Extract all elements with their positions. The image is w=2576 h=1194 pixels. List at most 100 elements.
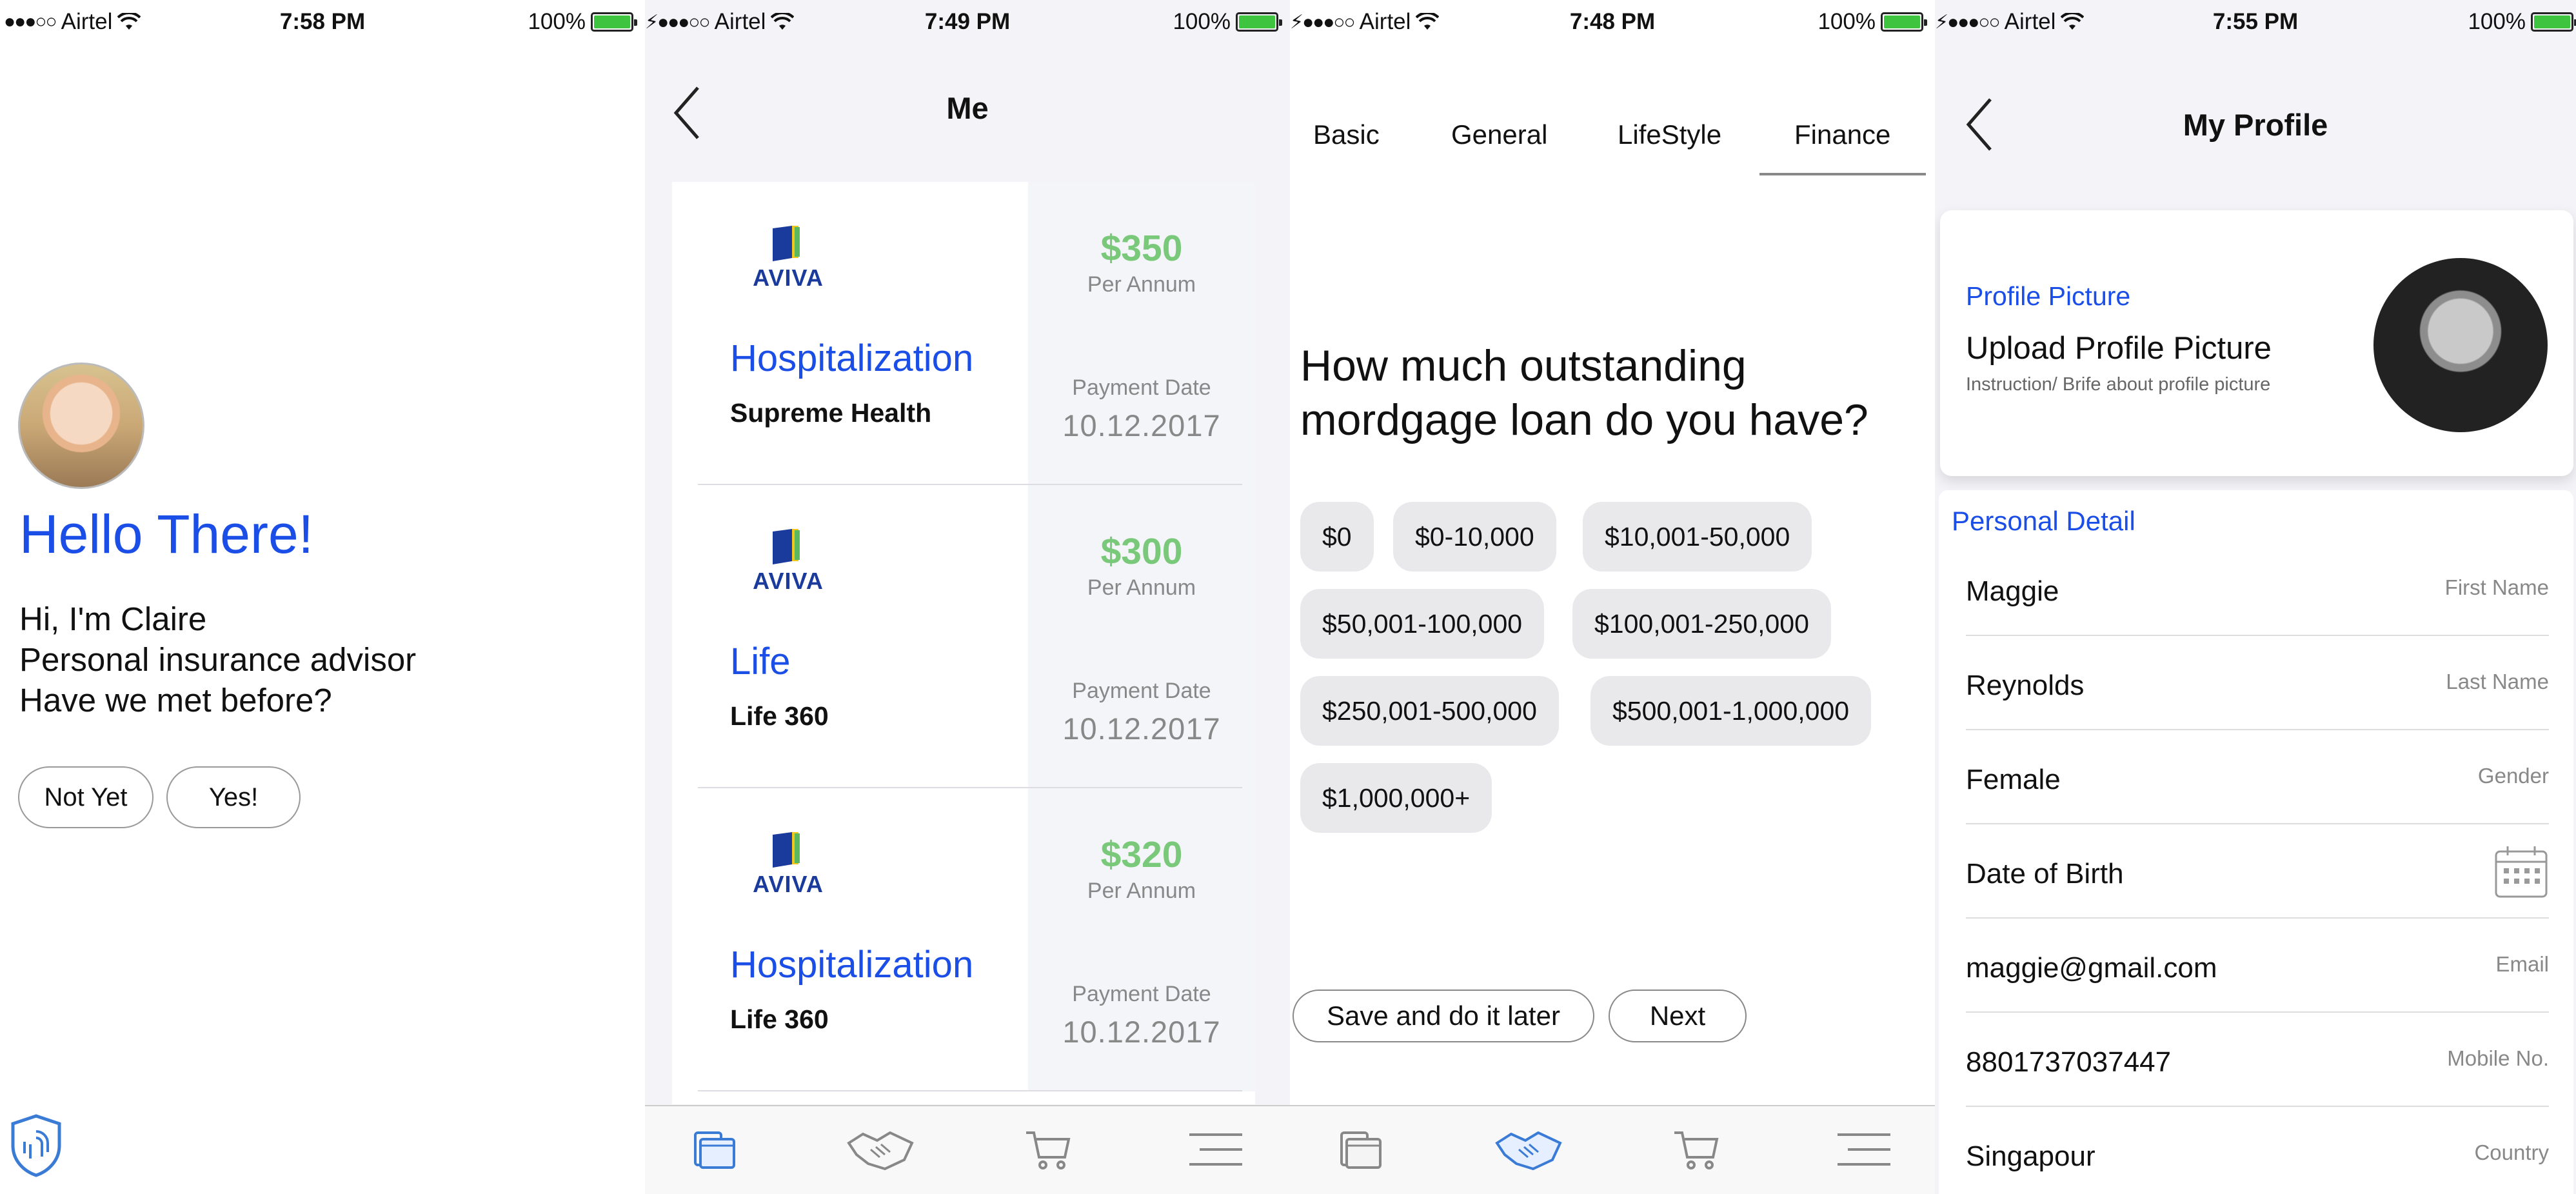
policy-amount: $350 — [1100, 228, 1183, 269]
policy-type: Life — [730, 641, 791, 682]
profile-picture-card[interactable]: Profile Picture Upload Profile Picture I… — [1940, 210, 2573, 476]
policy-name: Life 360 — [730, 701, 829, 731]
policy-amount: $300 — [1100, 531, 1183, 572]
calendar-icon[interactable] — [2493, 844, 2549, 899]
option-chip[interactable]: $0-10,000 — [1393, 502, 1556, 572]
policy-type: Hospitalization — [730, 337, 974, 379]
yes-button[interactable]: Yes! — [166, 766, 301, 828]
greeting-line-2: Personal insurance advisor — [19, 641, 417, 678]
handshake-icon — [847, 1131, 914, 1171]
advisor-avatar — [18, 363, 144, 489]
page-title: Me — [946, 91, 989, 125]
tab-finance[interactable]: Finance — [1794, 119, 1890, 150]
payment-date: 10.12.2017 — [1062, 711, 1221, 746]
policy-card[interactable]: AVIVA Life Life 360 $300 Per Annum Payme… — [672, 485, 1255, 788]
question-text: How much outstanding mordgage loan do yo… — [1300, 341, 1868, 444]
shield-logo-icon[interactable] — [9, 1113, 63, 1178]
payment-date: 10.12.2017 — [1062, 408, 1221, 443]
battery-icon — [1236, 12, 1282, 32]
menu-icon — [1189, 1133, 1242, 1166]
cart-icon — [1026, 1131, 1071, 1169]
policy-type: Hospitalization — [730, 944, 974, 986]
tab-menu[interactable] — [1177, 1114, 1254, 1185]
gender-field[interactable]: Female Gender — [1966, 730, 2549, 824]
policy-period: Per Annum — [1087, 879, 1196, 903]
battery-percent: 100% — [1818, 9, 1876, 34]
date-of-birth-field[interactable]: Date of Birth — [1966, 824, 2549, 919]
mobile-field[interactable]: 8801737037447 Mobile No. — [1966, 1013, 2549, 1107]
cart-icon — [1674, 1131, 1719, 1169]
status-bar: ⚡●●●○○ Airtel 7:48 PM 100% — [1290, 0, 1935, 44]
tab-bar — [1290, 1105, 1935, 1194]
tab-advisor[interactable] — [842, 1114, 919, 1185]
first-name-field[interactable]: Maggie First Name — [1966, 542, 2549, 636]
email-field[interactable]: maggie@gmail.com Email — [1966, 919, 2549, 1013]
not-yet-button[interactable]: Not Yet — [18, 766, 154, 828]
profile-picture-label: Profile Picture — [1966, 281, 2131, 311]
policy-list: AVIVA Hospitalization Supreme Health $35… — [672, 182, 1255, 1104]
option-chip[interactable]: $0 — [1300, 502, 1374, 572]
status-bar: ●●●○○ Airtel 7:58 PM 100% — [0, 0, 645, 44]
option-chip[interactable]: $1,000,000+ — [1300, 763, 1492, 833]
option-chip[interactable]: $500,001-1,000,000 — [1590, 676, 1872, 746]
divider — [698, 1090, 1242, 1091]
menu-icon — [1838, 1133, 1890, 1166]
upload-picture-title: Upload Profile Picture — [1966, 331, 2272, 366]
section-tabs: Basic General LifeStyle Finance — [1290, 97, 1935, 175]
section-title: Personal Detail — [1952, 506, 2135, 536]
last-name-field[interactable]: Reynolds Last Name — [1966, 636, 2549, 730]
policy-period: Per Annum — [1087, 575, 1196, 600]
country-field[interactable]: Singapour Country — [1966, 1107, 2549, 1194]
aviva-logo: AVIVA — [743, 226, 833, 291]
tab-bar — [645, 1105, 1290, 1194]
tab-cart[interactable] — [1658, 1114, 1735, 1185]
me-screen: ⚡●●●○○ Airtel 7:49 PM 100% Me AVIVA Hosp… — [645, 0, 1290, 1194]
battery-icon — [2531, 12, 2576, 32]
greeting-title: Hello There! — [19, 504, 314, 564]
policy-name: Life 360 — [730, 1004, 829, 1034]
policy-card[interactable]: AVIVA Hospitalization Life 360 $320 Per … — [672, 788, 1255, 1091]
welcome-screen: ●●●○○ Airtel 7:58 PM 100% Hello There! H… — [0, 0, 645, 1194]
option-chip[interactable]: $250,001-500,000 — [1300, 676, 1559, 746]
aviva-logo: AVIVA — [743, 832, 833, 897]
active-tab-indicator — [1759, 173, 1926, 175]
folder-icon — [694, 1131, 735, 1169]
payment-date-label: Payment Date — [1072, 982, 1211, 1006]
policy-name: Supreme Health — [730, 398, 932, 428]
payment-date-label: Payment Date — [1072, 375, 1211, 400]
status-bar: ⚡●●●○○ Airtel 7:55 PM 100% — [1935, 0, 2576, 44]
next-button[interactable]: Next — [1609, 990, 1747, 1042]
handshake-icon — [1495, 1131, 1562, 1171]
upload-picture-instruction: Instruction/ Brife about profile picture — [1966, 374, 2271, 395]
battery-icon — [1881, 12, 1927, 32]
payment-date: 10.12.2017 — [1062, 1015, 1221, 1049]
policy-period: Per Annum — [1087, 272, 1196, 297]
battery-percent: 100% — [528, 9, 586, 34]
tab-policies[interactable] — [1322, 1114, 1400, 1185]
option-chip[interactable]: $50,001-100,000 — [1300, 589, 1545, 659]
policy-amount: $320 — [1100, 834, 1183, 875]
tab-policies[interactable] — [676, 1114, 753, 1185]
status-bar: ⚡●●●○○ Airtel 7:49 PM 100% — [645, 0, 1290, 44]
greeting-line-3: Have we met before? — [19, 682, 332, 719]
option-chip[interactable]: $100,001-250,000 — [1572, 589, 1831, 659]
personal-detail-section: Personal Detail Maggie First Name Reynol… — [1939, 490, 2573, 1194]
battery-percent: 100% — [2468, 9, 2526, 34]
tab-lifestyle[interactable]: LifeStyle — [1618, 119, 1721, 150]
tab-advisor[interactable] — [1490, 1114, 1567, 1185]
save-later-button[interactable]: Save and do it later — [1293, 990, 1594, 1042]
tab-general[interactable]: General — [1451, 119, 1547, 150]
tab-cart[interactable] — [1009, 1114, 1087, 1185]
profile-screen: ⚡●●●○○ Airtel 7:55 PM 100% My Profile Pr… — [1935, 0, 2576, 1194]
payment-date-label: Payment Date — [1072, 679, 1211, 703]
folder-icon — [1340, 1131, 1382, 1169]
questionnaire-screen: ⚡●●●○○ Airtel 7:48 PM 100% Basic General… — [1290, 0, 1935, 1194]
option-chip[interactable]: $10,001-50,000 — [1583, 502, 1812, 572]
tab-basic[interactable]: Basic — [1313, 119, 1380, 150]
profile-avatar[interactable] — [2373, 258, 2548, 432]
policy-card[interactable]: AVIVA Hospitalization Supreme Health $35… — [672, 182, 1255, 485]
battery-icon — [591, 12, 637, 32]
greeting-line-1: Hi, I'm Claire — [19, 601, 207, 637]
tab-menu[interactable] — [1825, 1114, 1903, 1185]
page-title: My Profile — [2183, 108, 2328, 142]
